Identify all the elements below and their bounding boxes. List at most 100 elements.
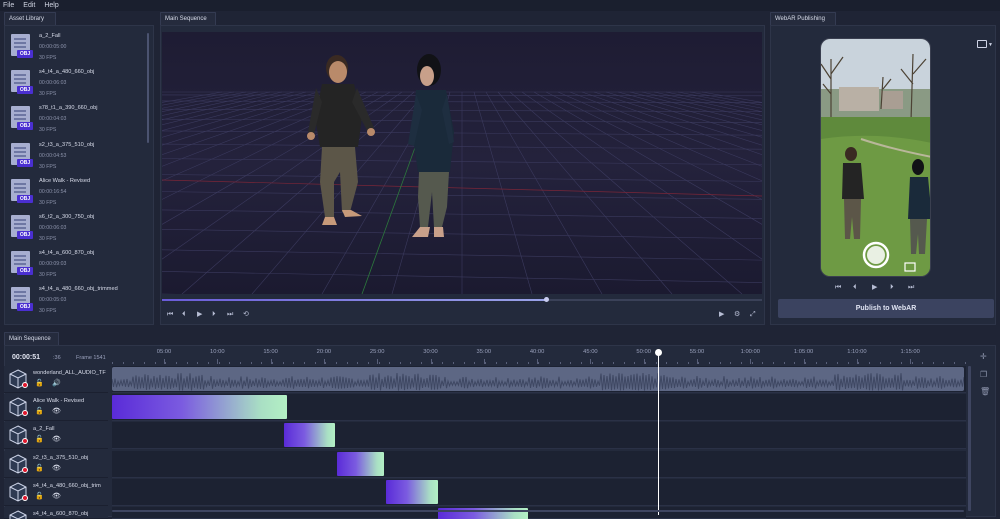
webar-skip-start-button[interactable]: ⏮ [835, 284, 841, 291]
asset-item[interactable]: OBJ s6_t2_a_300_750_obj 00:00:06:03 30 FPS [4, 209, 152, 245]
asset-duration: 00:00:04:03 [39, 116, 67, 123]
asset-item[interactable]: OBJ s2_t3_a_375_510_obj 00:00:04:53 30 FPS [4, 137, 152, 173]
track-header[interactable]: wonderland_ALL_AUDIO_TF 🔓 🔊 [4, 366, 108, 393]
eye-icon[interactable]: 👁 [52, 465, 61, 472]
track-name: s2_t3_a_375_510_obj [33, 454, 89, 461]
ruler-label: 1:10:00 [847, 349, 867, 355]
track-lane[interactable] [112, 478, 966, 506]
male-figure [307, 55, 375, 225]
ruler-minor-tick [762, 362, 764, 364]
lock-icon[interactable]: 🔓 [35, 380, 44, 387]
lock-icon[interactable]: 🔓 [35, 436, 44, 443]
settings-icon[interactable]: ⚙ [734, 311, 740, 318]
lock-icon[interactable]: 🔓 [35, 493, 44, 500]
webar-play-button[interactable]: ▶ [872, 284, 877, 291]
record-icon[interactable] [22, 410, 28, 417]
obj-badge: OBJ [17, 303, 33, 312]
preview-play-icon[interactable]: ▶ [719, 311, 724, 318]
ruler-minor-tick [666, 362, 668, 364]
sequence-clip[interactable] [112, 395, 287, 420]
ruler-minor-tick [389, 362, 391, 364]
asset-name: s4_t4_a_480_660_obj_trimmed [39, 286, 118, 293]
asset-fps: 30 FPS [39, 308, 57, 315]
playhead-line[interactable] [658, 350, 660, 515]
webar-step-back-button[interactable]: ⏴ [853, 284, 857, 291]
delete-icon[interactable]: 🗑 [980, 387, 990, 396]
track-lane[interactable] [112, 450, 966, 478]
fullscreen-icon[interactable]: ⤢ [750, 311, 756, 318]
viewport-scrub-fill [162, 299, 546, 301]
ruler-minor-tick [442, 362, 444, 364]
asset-item[interactable]: OBJ Alice Walk - Revised 00:00:16:54 30 FPS [4, 173, 152, 209]
menu-help[interactable]: Help [44, 2, 58, 9]
obj-file-icon: OBJ [9, 178, 33, 205]
asset-duration: 00:00:06:03 [39, 80, 67, 87]
tab-main-sequence-timeline[interactable]: Main Sequence [4, 332, 59, 345]
viewport-scrub-thumb[interactable] [544, 297, 549, 302]
eye-icon[interactable]: 👁 [52, 408, 61, 415]
ruler-minor-tick [133, 362, 135, 364]
ruler-minor-tick [698, 362, 700, 364]
webar-step-forward-button[interactable]: ⏵ [890, 284, 894, 291]
timeline-vertical-scrollbar[interactable] [968, 366, 971, 511]
track-header[interactable]: s4_t4_a_480_660_obj_trim 🔓 👁 [4, 478, 108, 506]
speaker-icon[interactable]: 🔊 [52, 380, 61, 387]
duplicate-icon[interactable]: ❐ [980, 370, 987, 379]
ruler-minor-tick [165, 362, 167, 364]
record-icon[interactable] [22, 466, 28, 473]
image-icon [977, 40, 987, 48]
audio-clip[interactable] [112, 367, 964, 391]
menu-file[interactable]: File [3, 2, 14, 9]
track-name: s4_t4_a_600_870_obj [33, 511, 89, 517]
webar-skip-end-button[interactable]: ⏭ [908, 284, 914, 291]
ruler-minor-tick [122, 362, 124, 364]
time-ruler[interactable]: 05:00 10:00 15:00 20:00 25:00 30:00 35:00 40:00… [112, 347, 966, 364]
track-header[interactable]: s4_t4_a_600_870_obj🔓👁 [4, 507, 108, 519]
sequence-clip[interactable] [386, 479, 439, 504]
3d-viewport[interactable] [162, 32, 762, 294]
step-forward-button[interactable]: ⏵ [212, 311, 216, 318]
step-back-button[interactable]: ⏴ [182, 311, 186, 318]
ruler-minor-tick [549, 362, 551, 364]
sequence-clip[interactable] [337, 451, 385, 476]
track-lane[interactable] [112, 422, 966, 450]
record-icon[interactable] [22, 382, 28, 388]
asset-item[interactable]: OBJ s4_t4_a_600_870_obj 00:00:09:03 30 FPS [4, 245, 152, 281]
record-icon[interactable] [22, 494, 28, 501]
play-button[interactable]: ▶ [197, 311, 202, 318]
record-icon[interactable] [22, 438, 28, 445]
tab-main-sequence-viewport[interactable]: Main Sequence [160, 12, 216, 25]
asset-item[interactable]: OBJ s4_t4_a_480_660_obj 00:00:06:03 30 FPS [4, 64, 152, 100]
track-lane[interactable] [112, 366, 966, 393]
menu-edit[interactable]: Edit [23, 2, 35, 9]
track-header[interactable]: s2_t3_a_375_510_obj 🔓 👁 [4, 450, 108, 478]
ruler-minor-tick [229, 362, 231, 364]
track-header[interactable]: a_2_Fall 🔓 👁 [4, 422, 108, 450]
tab-webar-publishing[interactable]: WebAR Publishing [770, 12, 836, 25]
track-header[interactable]: Alice Walk - Revised 🔓 👁 [4, 394, 108, 422]
loop-icon[interactable]: ⟲ [243, 311, 249, 318]
lock-icon[interactable]: 🔓 [35, 465, 44, 472]
asset-list-scrollbar[interactable] [147, 33, 149, 143]
background-image-dropdown[interactable]: ▼ [977, 40, 993, 49]
eye-icon[interactable]: 👁 [52, 493, 61, 500]
publish-to-webar-button[interactable]: Publish to WebAR [778, 299, 994, 318]
skip-to-start-button[interactable]: ⏮ [167, 311, 173, 318]
ruler-minor-tick [538, 362, 540, 364]
viewport-scrub-track[interactable] [162, 297, 762, 302]
tab-asset-library[interactable]: Asset Library [4, 12, 56, 25]
asset-item[interactable]: OBJ s78_t1_a_390_660_obj 00:00:04:03 30 FPS [4, 100, 152, 136]
asset-item[interactable]: OBJ a_2_Fall 00:00:05:00 30 FPS [4, 28, 152, 64]
track-lane[interactable] [112, 507, 966, 519]
track-lane[interactable] [112, 394, 966, 422]
lock-icon[interactable]: 🔓 [35, 408, 44, 415]
ruler-label: 15:00 [263, 349, 278, 355]
eye-icon[interactable]: 👁 [52, 436, 61, 443]
skip-to-end-button[interactable]: ⏭ [227, 311, 233, 318]
add-track-icon[interactable]: ✛ [980, 352, 987, 361]
asset-item[interactable]: OBJ s4_t4_a_480_660_obj_trimmed 00:00:05:0… [4, 281, 152, 317]
timeline-horizontal-scrollbar[interactable] [112, 510, 964, 512]
sequence-clip[interactable] [284, 423, 335, 448]
ruler-minor-tick [378, 362, 380, 364]
subframe-counter: :36 [53, 355, 61, 361]
